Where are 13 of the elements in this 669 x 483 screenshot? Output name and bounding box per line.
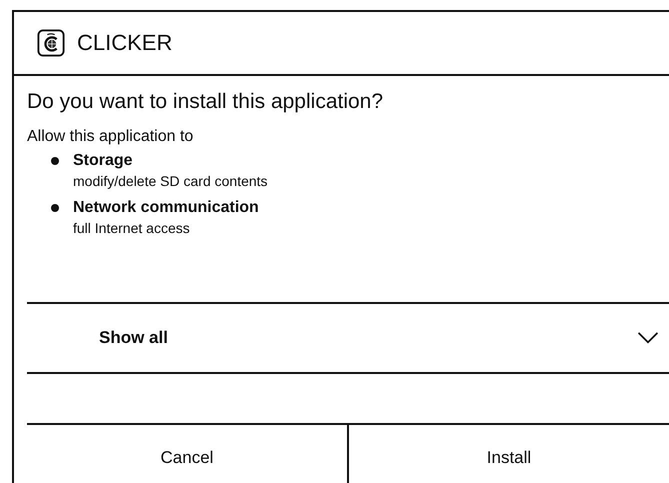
permission-description: modify/delete SD card contents: [73, 172, 268, 191]
prompt-text: Do you want to install this application?: [27, 90, 384, 114]
app-name: CLICKER: [77, 30, 172, 56]
permission-title: Storage: [73, 151, 134, 171]
permission-title: Network communication: [73, 198, 259, 218]
bullet-icon: [51, 204, 59, 212]
bullet-icon: [51, 157, 59, 165]
permission-description: full Internet access: [73, 219, 191, 238]
permissions-intro: Allow this application to: [27, 128, 194, 146]
show-all-row[interactable]: Show all: [27, 304, 669, 374]
show-all-label: Show all: [99, 328, 168, 348]
chevron-down-icon: [637, 332, 659, 344]
app-icon: [37, 29, 65, 57]
